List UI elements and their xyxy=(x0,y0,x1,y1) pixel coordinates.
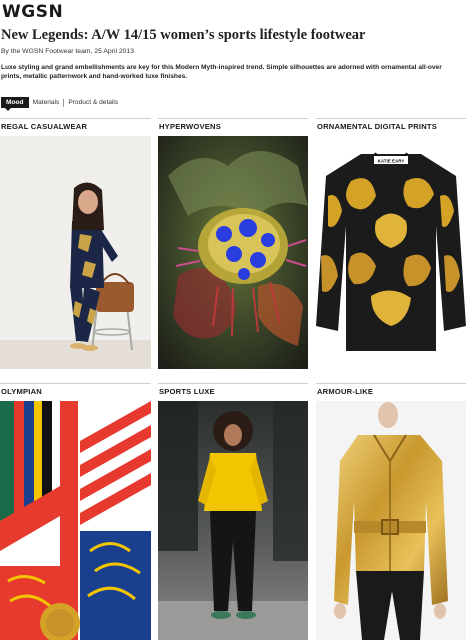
mood-card-ornamental-digital-prints[interactable]: ORNAMENTAL DIGITAL PRINTS KATIE EARY xyxy=(316,118,466,370)
mood-card-regal-casualwear[interactable]: REGAL CASUALWEAR xyxy=(0,118,151,370)
article-intro: Luxe styling and grand embellishments ar… xyxy=(1,64,442,80)
card-title: OLYMPIAN xyxy=(1,387,42,396)
card-title: ARMOUR-LIKE xyxy=(317,387,374,396)
card-divider xyxy=(158,383,308,384)
card-title: HYPERWOVENS xyxy=(159,122,221,131)
article-title: New Legends: A/W 14/15 women’s sports li… xyxy=(1,27,366,43)
card-divider xyxy=(316,383,466,384)
card-image[interactable] xyxy=(0,136,151,369)
card-divider xyxy=(0,383,151,384)
tab-product-details[interactable]: Product & details xyxy=(64,97,122,108)
tab-materials[interactable]: Materials xyxy=(29,97,64,108)
tab-mood[interactable]: Mood xyxy=(1,97,29,111)
card-image[interactable] xyxy=(0,401,151,640)
mood-card-armour-like[interactable]: ARMOUR-LIKE xyxy=(316,383,466,640)
card-divider xyxy=(158,118,308,119)
mood-card-sports-luxe[interactable]: SPORTS LUXE xyxy=(158,383,308,640)
card-image[interactable] xyxy=(158,136,308,369)
sweatshirt-brand-label: KATIE EARY xyxy=(378,159,405,164)
wgsn-logo[interactable]: WGSN xyxy=(2,2,63,22)
card-title: SPORTS LUXE xyxy=(159,387,215,396)
card-title: ORNAMENTAL DIGITAL PRINTS xyxy=(317,122,438,131)
tab-bar: Mood Materials Product & details xyxy=(1,96,122,111)
article-byline: By the WGSN Footwear team, 25 April 2013 xyxy=(1,48,134,55)
card-image[interactable] xyxy=(316,401,466,640)
card-title: REGAL CASUALWEAR xyxy=(1,122,88,131)
mood-card-olympian[interactable]: OLYMPIAN xyxy=(0,383,151,640)
card-image[interactable] xyxy=(158,401,308,640)
card-divider xyxy=(316,118,466,119)
card-divider xyxy=(0,118,151,119)
mood-card-hyperwovens[interactable]: HYPERWOVENS xyxy=(158,118,308,370)
card-image[interactable]: KATIE EARY xyxy=(316,136,466,369)
